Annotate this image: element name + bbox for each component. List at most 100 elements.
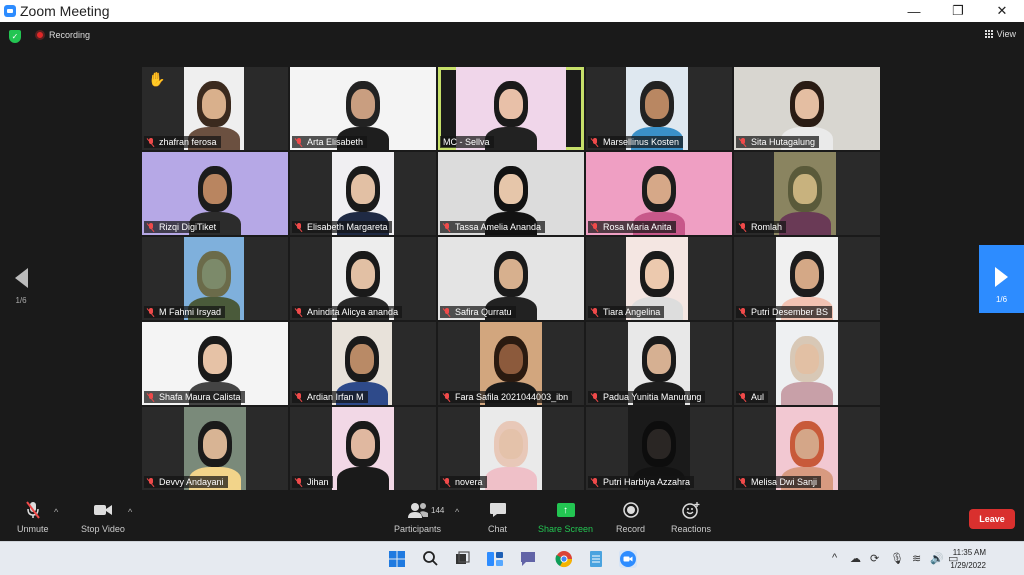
stop-video-button[interactable]: Stop Video (81, 501, 125, 534)
video-options-chevron-icon[interactable]: ^ (128, 507, 132, 517)
page-indicator-right: 1/6 (995, 295, 1008, 304)
participant-tile[interactable]: Romlah (734, 152, 880, 235)
search-icon[interactable] (421, 550, 439, 568)
microphone-icon[interactable]: 🎙 (890, 552, 904, 565)
leave-button[interactable]: Leave (969, 509, 1015, 529)
cloud-icon[interactable]: ☁ (850, 552, 861, 565)
participant-face (793, 174, 817, 204)
participant-name: Tiara Angelina (603, 307, 661, 317)
participant-tile[interactable]: Rizqi DigiTiket (142, 152, 288, 235)
participant-name: Marsellinus Kosten (603, 137, 680, 147)
microphone-muted-icon (591, 392, 599, 402)
participant-nameplate: Safira Qurratu (440, 306, 516, 318)
participant-tile[interactable]: Fara Safila 2021044003_ibn (438, 322, 584, 405)
record-icon (622, 501, 639, 519)
participant-body (779, 212, 831, 235)
microphone-muted-icon (295, 222, 303, 232)
participant-tile[interactable]: MC - Sellva (438, 67, 584, 150)
unmute-button[interactable]: Unmute (17, 501, 49, 534)
participant-tile[interactable]: Rosa Maria Anita (586, 152, 732, 235)
grid-view-icon (984, 30, 993, 38)
participant-nameplate: Putri Harbiya Azzahra (588, 476, 695, 488)
next-page-button[interactable]: 1/6 (979, 245, 1024, 313)
participant-name: Romlah (751, 222, 783, 232)
title-bar: Zoom Meeting — ❐ ✕ (0, 0, 1024, 22)
participant-nameplate: Melisa Dwi Sanji (736, 476, 822, 488)
participant-tile[interactable]: ✋ zhafran ferosa (142, 67, 288, 150)
microphone-muted-icon (739, 392, 747, 402)
participant-face (645, 89, 669, 119)
participant-tile[interactable]: novera (438, 407, 584, 490)
participant-tile[interactable]: Aul (734, 322, 880, 405)
security-shield-icon[interactable]: ✓ (9, 30, 21, 43)
participant-tile[interactable]: Marsellinus Kosten (586, 67, 732, 150)
raised-hand-icon: ✋ (148, 71, 166, 87)
volume-icon[interactable]: 🔊 (930, 552, 944, 565)
windows-start-icon[interactable] (388, 550, 406, 568)
participant-name: Shafa Maura Calista (159, 392, 241, 402)
participant-tile[interactable]: Jihan (290, 407, 436, 490)
unmute-label: Unmute (17, 524, 49, 534)
view-button[interactable]: View (984, 29, 1016, 39)
maximize-button[interactable]: ❐ (936, 0, 980, 22)
microphone-muted-icon (25, 501, 40, 519)
participant-name: Putri Harbiya Azzahra (603, 477, 691, 487)
share-screen-icon: ↑ (556, 501, 575, 519)
record-button[interactable]: Record (616, 501, 645, 534)
share-screen-button[interactable]: ↑ Share Screen (538, 501, 593, 534)
windows-taskbar: ^ ☁ ⟳ 🎙 ≋ 🔊 ▭ 11:35 AM 1/29/2022 (0, 541, 1024, 575)
participant-tile[interactable]: Melisa Dwi Sanji (734, 407, 880, 490)
participants-options-chevron-icon[interactable]: ^ (455, 507, 459, 517)
participant-tile[interactable]: Sita Hutagalung (734, 67, 880, 150)
participant-tile[interactable]: Devvy Andayani (142, 407, 288, 490)
microphone-muted-icon (591, 307, 599, 317)
chat-label: Chat (488, 524, 508, 534)
participant-name: Sita Hutagalung (751, 137, 816, 147)
minimize-button[interactable]: — (892, 0, 936, 22)
participant-name: Devvy Andayani (159, 477, 224, 487)
zoom-meeting-window: Zoom Meeting — ❐ ✕ ✓ Recording View 1/6 … (0, 0, 1024, 575)
participant-tile[interactable]: Putri Harbiya Azzahra (586, 407, 732, 490)
participant-face (795, 344, 819, 374)
previous-page-button[interactable]: 1/6 (8, 260, 34, 320)
participant-name: Safira Qurratu (455, 307, 512, 317)
participant-tile[interactable]: Elisabeth Margareta (290, 152, 436, 235)
participant-tile[interactable]: Safira Qurratu (438, 237, 584, 320)
participant-name: Melisa Dwi Sanji (751, 477, 818, 487)
audio-options-chevron-icon[interactable]: ^ (54, 507, 58, 517)
participant-tile[interactable]: M Fahmi Irsyad (142, 237, 288, 320)
participant-name: Arta Elisabeth (307, 137, 364, 147)
participant-name: Rizqi DigiTiket (159, 222, 217, 232)
task-view-icon[interactable] (453, 550, 471, 568)
reactions-button[interactable]: Reactions (671, 501, 711, 534)
participant-tile[interactable]: Tiara Angelina (586, 237, 732, 320)
sync-icon[interactable]: ⟳ (870, 552, 879, 565)
system-clock[interactable]: 11:35 AM 1/29/2022 (950, 546, 986, 572)
recording-indicator[interactable]: Recording (35, 30, 90, 40)
participant-face (647, 429, 671, 459)
participant-nameplate: Rizqi DigiTiket (144, 221, 221, 233)
wifi-icon[interactable]: ≋ (912, 552, 921, 565)
participant-face (795, 429, 819, 459)
participant-tile[interactable]: Tassa Amelia Ananda (438, 152, 584, 235)
participant-tile[interactable]: Ardian Irfan M (290, 322, 436, 405)
zoom-taskbar-icon[interactable] (619, 550, 637, 568)
widgets-icon[interactable] (486, 550, 504, 568)
participant-tile[interactable]: Arta Elisabeth (290, 67, 436, 150)
chrome-icon[interactable] (555, 550, 573, 568)
microphone-muted-icon (295, 392, 303, 402)
notepad-icon[interactable] (587, 550, 605, 568)
participant-face (795, 89, 819, 119)
teams-chat-icon[interactable] (519, 550, 537, 568)
participant-tile[interactable]: Shafa Maura Calista (142, 322, 288, 405)
participant-tile[interactable]: Putri Desember BS (734, 237, 880, 320)
participant-nameplate: Arta Elisabeth (292, 136, 368, 148)
tray-overflow-chevron[interactable]: ^ (832, 552, 837, 564)
chat-button[interactable]: Chat (488, 501, 507, 534)
share-screen-label: Share Screen (538, 524, 594, 534)
stop-video-label: Stop Video (81, 524, 125, 534)
participant-tile[interactable]: Anindita Alicya ananda (290, 237, 436, 320)
participant-tile[interactable]: Padua Yunitia Manurung (586, 322, 732, 405)
participant-name: Rosa Maria Anita (603, 222, 672, 232)
close-button[interactable]: ✕ (980, 0, 1024, 22)
